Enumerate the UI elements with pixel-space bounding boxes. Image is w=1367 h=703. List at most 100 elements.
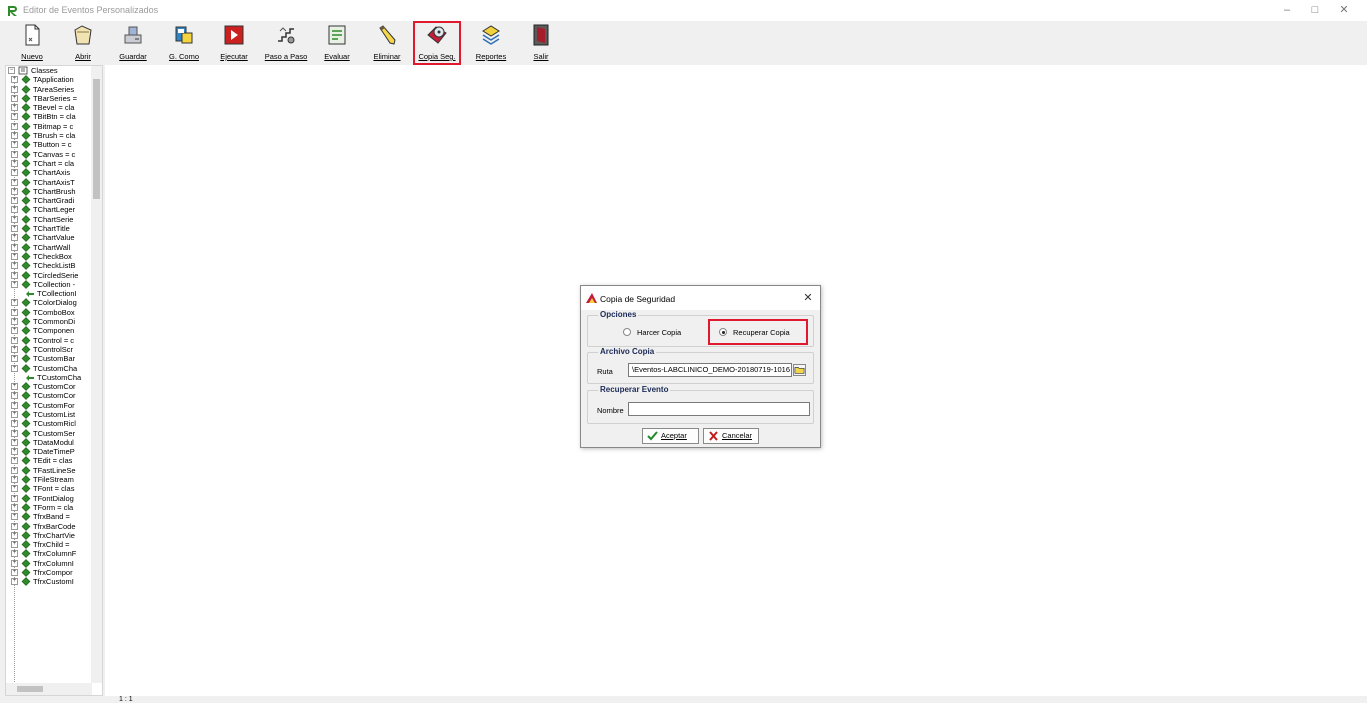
tree-item[interactable]: + TCustomCor [6,382,92,391]
expand-icon[interactable]: + [11,178,18,186]
maximize-button[interactable]: □ [1304,2,1326,19]
tree-item[interactable]: + TChartAxisT [6,178,92,187]
expand-icon[interactable]: + [11,104,18,112]
tree-item[interactable]: + TChartAxis [6,168,92,177]
paso-a-paso-button[interactable]: Paso a Paso [263,22,309,64]
tree-item[interactable]: + TColorDialog [6,298,92,307]
expand-icon[interactable]: + [11,271,18,279]
abrir-button[interactable]: Abrir [60,22,106,64]
eliminar-button[interactable]: Eliminar [364,22,410,64]
expand-icon[interactable]: + [11,252,18,260]
tree-item[interactable]: + TFontDialog [6,494,92,503]
tree-item[interactable]: + TBarSeries = [6,94,92,103]
tree-item[interactable]: + TfrxBand = [6,512,92,521]
expand-icon[interactable]: + [11,513,18,521]
tree-item[interactable]: + TCircledSerie [6,271,92,280]
tree-item[interactable]: + TfrxColumnI [6,559,92,568]
tree-item[interactable]: + TChartGradi [6,196,92,205]
expand-icon[interactable]: + [11,308,18,316]
minimize-button[interactable]: – [1276,2,1298,19]
tree-item[interactable]: + TfrxColumnF [6,549,92,558]
ejecutar-button[interactable]: Ejecutar [211,22,257,64]
tree-vertical-scroll-thumb[interactable] [93,79,100,199]
expand-icon[interactable]: + [11,327,18,335]
tree-vertical-scrollbar[interactable] [91,66,102,683]
expand-icon[interactable]: + [11,503,18,511]
tree-item[interactable]: + TBevel = cla [6,103,92,112]
tree-item[interactable]: + TFont = clas [6,484,92,493]
tree-item[interactable]: + TComboBox [6,308,92,317]
tree-item[interactable]: + TCollection - [6,280,92,289]
expand-icon[interactable]: + [11,550,18,558]
dialog-close-button[interactable]: ✕ [800,290,816,306]
expand-icon[interactable]: + [11,113,18,121]
tree-item[interactable]: + TCustomBar [6,354,92,363]
reportes-button[interactable]: Reportes [468,22,514,64]
collapse-icon[interactable]: − [8,67,15,74]
expand-icon[interactable]: + [11,85,18,93]
expand-icon[interactable]: + [11,429,18,437]
tree-item[interactable]: + TChartSerie [6,215,92,224]
tree-item[interactable]: + TChartBrush [6,187,92,196]
expand-icon[interactable]: + [11,280,18,288]
tree-item[interactable]: + TBrush = cla [6,131,92,140]
expand-icon[interactable]: + [11,243,18,251]
tree-item[interactable]: + TBitBtn = cla [6,112,92,121]
expand-icon[interactable]: + [11,466,18,474]
tree-item[interactable]: + TfrxChild = [6,540,92,549]
expand-icon[interactable]: + [11,569,18,577]
expand-icon[interactable]: + [11,150,18,158]
expand-icon[interactable]: + [11,141,18,149]
expand-icon[interactable]: + [11,448,18,456]
tree-item[interactable]: + TApplication [6,75,92,84]
expand-icon[interactable]: + [11,383,18,391]
tree-item[interactable]: + TFastLineSe [6,466,92,475]
tree-item[interactable]: + TCommonDi [6,317,92,326]
tree-item[interactable]: TCollectionI [6,289,92,298]
tree-horizontal-scroll-thumb[interactable] [17,686,43,692]
harcer-copia-radio[interactable] [623,328,631,336]
nombre-input[interactable] [628,402,810,416]
expand-icon[interactable]: + [11,299,18,307]
expand-icon[interactable]: + [11,159,18,167]
expand-icon[interactable]: + [11,476,18,484]
expand-icon[interactable]: + [11,262,18,270]
nuevo-button[interactable]: Nuevo [9,22,55,64]
tree-item[interactable]: + TDateTimeP [6,447,92,456]
expand-icon[interactable]: + [11,169,18,177]
cancelar-button[interactable]: Cancelar [703,428,759,444]
expand-icon[interactable]: + [11,187,18,195]
expand-icon[interactable]: + [11,234,18,242]
tree-item[interactable]: + TCustomSer [6,429,92,438]
expand-icon[interactable]: + [11,364,18,372]
tree-item[interactable]: + TChartLeger [6,205,92,214]
expand-icon[interactable]: + [11,76,18,84]
tree-item[interactable]: + TfrxChartVie [6,531,92,540]
expand-icon[interactable]: + [11,559,18,567]
tree-item[interactable]: + TCustomFor [6,401,92,410]
tree-item[interactable]: + TfrxBarCode [6,522,92,531]
close-window-button[interactable]: ✕ [1333,2,1355,19]
expand-icon[interactable]: + [11,420,18,428]
expand-icon[interactable]: + [11,485,18,493]
expand-icon[interactable]: + [11,318,18,326]
expand-icon[interactable]: + [11,578,18,586]
tree-item[interactable]: + TBitmap = c [6,122,92,131]
tree-item[interactable]: + TControl = c [6,336,92,345]
expand-icon[interactable]: + [11,457,18,465]
tree-item[interactable]: + TDataModul [6,438,92,447]
tree-root-row[interactable]: − Classes [6,66,92,75]
expand-icon[interactable]: + [11,410,18,418]
tree-horizontal-scrollbar[interactable] [6,683,92,695]
evaluar-button[interactable]: Evaluar [314,22,360,64]
salir-button[interactable]: Salir [518,22,564,64]
expand-icon[interactable]: + [11,494,18,502]
tree-item[interactable]: + TForm = cla [6,503,92,512]
tree-item[interactable]: TCustomCha [6,373,92,382]
ruta-input[interactable]: \Eventos-LABCLINICO_DEMO-20180719-1016 [628,363,792,377]
expand-icon[interactable]: + [11,225,18,233]
tree-item[interactable]: + TButton = c [6,140,92,149]
browse-button[interactable] [793,364,806,376]
tree-item[interactable]: + TCheckBox [6,252,92,261]
expand-icon[interactable]: + [11,215,18,223]
